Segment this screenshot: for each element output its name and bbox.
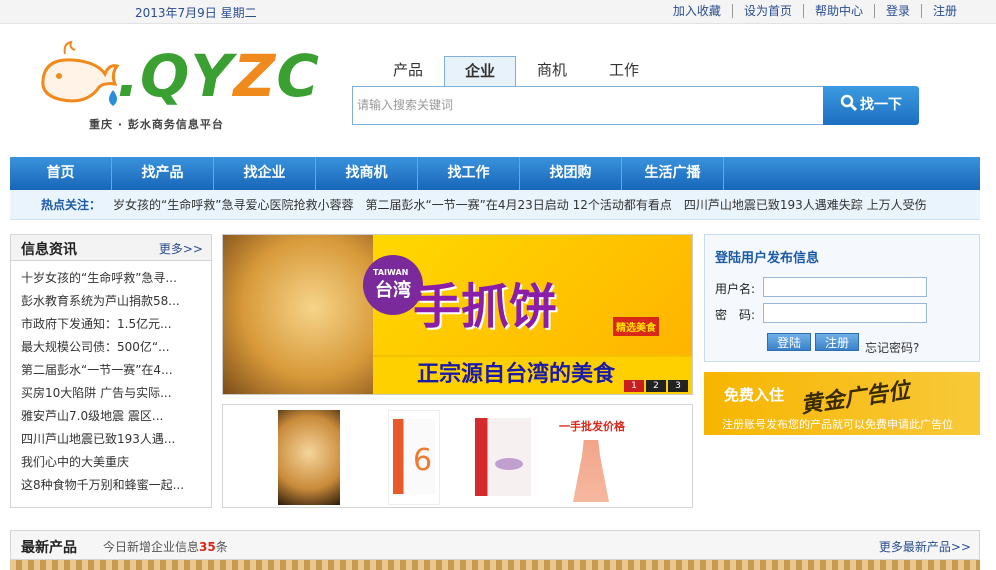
latest-title: 最新产品 [21,540,77,556]
login-button[interactable]: 登陆 [767,333,811,351]
username-label: 用户名: [715,282,756,296]
set-homepage-link[interactable]: 设为首页 [731,4,803,18]
search-input[interactable]: 请输入搜索关键词 [352,86,824,125]
product-strip [10,560,980,570]
news-item[interactable]: 最大规模公司债：500亿“... [21,336,209,359]
nav-jobs[interactable]: 找工作 [418,157,520,190]
search-button-label: 找一下 [860,97,902,113]
register-button[interactable]: 注册 [815,333,859,351]
news-item[interactable]: 第二届彭水“一节一赛”在4... [21,359,209,382]
site-logo[interactable]: .QYZC 重庆 · 彭水商务信息平台 [35,40,319,135]
nav-group-buy[interactable]: 找团购 [520,157,622,190]
news-item[interactable]: 这8种食物千万别和蜂蜜一起... [21,474,209,497]
dress-label: 一手批发价格 [559,420,625,433]
product-thumbnails: 6 一手批发价格 [222,404,693,508]
ad-line3: 注册账号发布您的产品就可以免费申请此广告位 [722,418,953,431]
hot-item[interactable]: 岁女孩的“生命呼救”急寻爱心医院抢救小蓉蓉 [113,198,353,212]
news-more-link[interactable]: 更多>> [159,240,203,257]
forgot-password-link[interactable]: 忘记密码? [865,339,919,356]
news-item[interactable]: 四川芦山地震已致193人遇... [21,428,209,451]
news-item[interactable]: 市政府下发通知：1.5亿元... [21,313,209,336]
news-title: 信息资讯 [21,242,77,258]
news-item[interactable]: 我们心中的大美重庆 [21,451,209,474]
news-list: 十岁女孩的“生命呼救”急寻... 彭水教育系统为芦山捐款58... 市政府下发通… [11,261,211,497]
news-item[interactable]: 彭水教育系统为芦山捐款58... [21,290,209,313]
latest-count: 35 [199,540,216,554]
nav-opportunities[interactable]: 找商机 [316,157,418,190]
thumb-cosmetic-box[interactable] [471,410,537,505]
news-header: 信息资讯 更多>> [11,235,211,261]
latest-products-header: 最新产品 今日新增企业信息35条 更多最新产品>> [10,530,980,560]
nav-companies[interactable]: 找企业 [214,157,316,190]
thumb-box-six[interactable]: 6 [388,410,440,505]
search-button[interactable]: 找一下 [823,86,919,125]
login-title: 登陆用户发布信息 [715,251,820,266]
thumb-dress[interactable]: 一手批发价格 [559,410,635,505]
dress-image [573,440,609,502]
banner-page-3[interactable]: 3 [668,380,688,392]
search-tab-companies[interactable]: 企业 [444,56,516,86]
search-icon [840,94,858,112]
thumb-pancake[interactable] [278,410,340,505]
ad-line1: 免费入住 [724,386,785,404]
username-input[interactable] [763,277,927,297]
news-panel: 信息资讯 更多>> 十岁女孩的“生命呼救”急寻... 彭水教育系统为芦山捐款58… [10,234,212,508]
top-links: 加入收藏 设为首页 帮助中心 登录 注册 [662,4,968,18]
hot-item[interactable]: 第二届彭水“一节一赛”在4月23日启动 12个活动都有看点 [365,198,671,212]
top-bar: 2013年7月9日 星期二 加入收藏 设为首页 帮助中心 登录 注册 [0,0,996,24]
add-favorite-link[interactable]: 加入收藏 [662,4,732,18]
hot-label: 热点关注： [41,198,102,212]
whale-logo-icon [41,40,120,106]
password-input[interactable] [763,303,927,323]
logo-wordmark: .QYZC [117,42,320,110]
news-item[interactable]: 十岁女孩的“生命呼救”急寻... [21,267,209,290]
ad-line2: 黄金广告位 [799,378,912,419]
nav-life-broadcast[interactable]: 生活广播 [622,157,724,190]
banner-tag: 精选美食 [613,317,659,336]
current-date: 2013年7月9日 星期二 [135,6,257,20]
search-tab-products[interactable]: 产品 [372,56,444,86]
register-link[interactable]: 注册 [920,4,968,18]
search-tabs: 产品 企业 商机 工作 [372,56,660,86]
login-panel: 登陆用户发布信息 用户名: 密 码: 登陆 注册 忘记密码? [704,234,980,362]
logo-subtitle: 重庆 · 彭水商务信息平台 [89,118,224,131]
news-item[interactable]: 买房10大陷阱 广告与实际... [21,382,209,405]
news-item[interactable]: 雅安芦山7.0级地震 震区... [21,405,209,428]
login-link[interactable]: 登录 [873,4,921,18]
nav-home[interactable]: 首页 [10,157,112,190]
nav-products[interactable]: 找产品 [112,157,214,190]
search-tab-opportunities[interactable]: 商机 [516,56,588,86]
search-tab-jobs[interactable]: 工作 [588,56,660,86]
hot-item[interactable]: 四川芦山地震已致193人遇难失踪 上万人受伤 [684,198,927,212]
banner-pager: 1 2 3 [622,380,688,392]
banner-page-2[interactable]: 2 [646,380,666,392]
latest-more-link[interactable]: 更多最新产品>> [879,538,971,555]
help-center-link[interactable]: 帮助中心 [802,4,874,18]
hot-news-ticker: 热点关注： 岁女孩的“生命呼救”急寻爱心医院抢救小蓉蓉 第二届彭水“一节一赛”在4月… [10,190,980,220]
latest-subtitle: 今日新增企业信息35条 [103,540,228,554]
pancake-image [223,235,373,394]
main-nav: 首页 找产品 找企业 找商机 找工作 找团购 生活广播 [10,157,980,190]
banner-headline: 手抓饼 [413,279,558,335]
ad-slot[interactable]: 免费入住 黄金广告位 注册账号发布您的产品就可以免费申请此广告位 [704,372,980,435]
password-label: 密 码: [715,308,756,322]
banner-page-1[interactable]: 1 [624,380,644,392]
promo-banner[interactable]: TAIWAN 台湾 手抓饼 精选美食 正宗源自台湾的美食 1 2 3 [222,234,693,395]
